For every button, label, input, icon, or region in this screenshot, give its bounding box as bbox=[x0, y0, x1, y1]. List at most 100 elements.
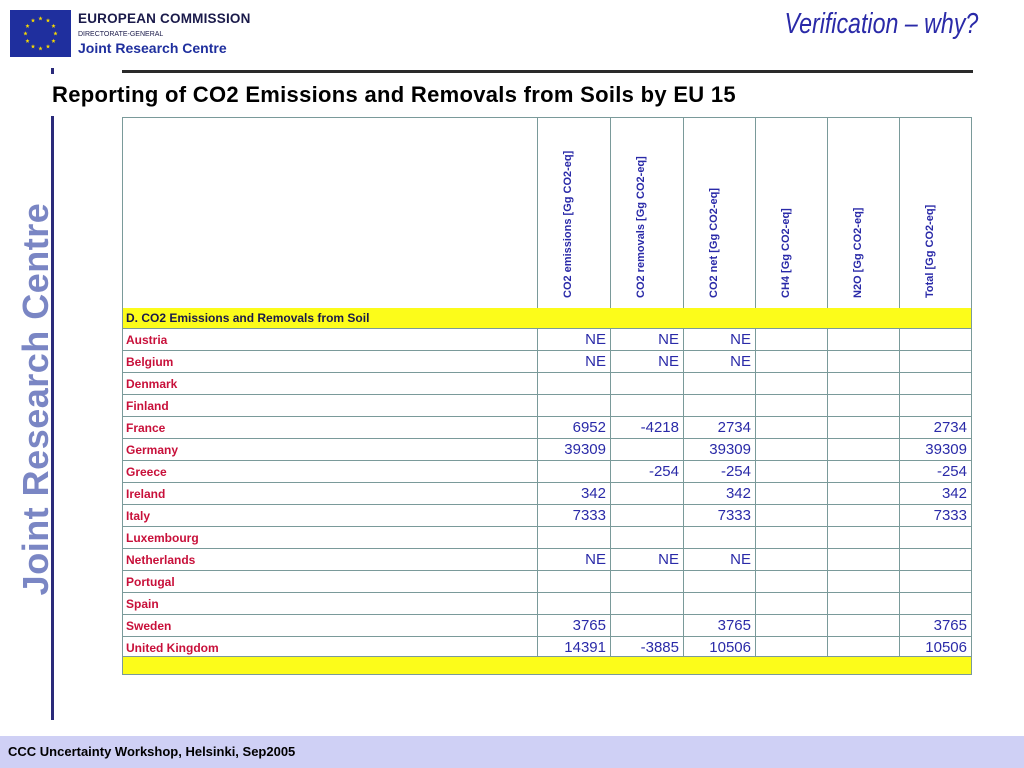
column-header: CO2 emissions [Gg CO2-eq] bbox=[537, 118, 610, 308]
table-row: Greece -254 -254 -254 bbox=[123, 460, 971, 483]
table-cell bbox=[827, 527, 899, 549]
country-name: Denmark bbox=[126, 377, 178, 391]
table-cell bbox=[755, 549, 827, 571]
table-cell bbox=[827, 483, 899, 505]
table-cell bbox=[827, 417, 899, 439]
country-name: Finland bbox=[126, 399, 169, 413]
table-cell bbox=[537, 461, 610, 483]
table-cell bbox=[683, 527, 755, 549]
table-row: Spain bbox=[123, 592, 971, 615]
table-cell: 7333 bbox=[899, 505, 971, 527]
country-name: Germany bbox=[126, 443, 179, 457]
table-cell: 3765 bbox=[899, 615, 971, 637]
table-cell bbox=[755, 351, 827, 373]
org-directorate: DIRECTORATE-GENERAL bbox=[78, 31, 164, 38]
table-row: Finland bbox=[123, 394, 971, 417]
column-header: CH4 [Gg CO2-eq] bbox=[755, 118, 827, 308]
table-cell: -254 bbox=[610, 461, 683, 483]
table-cell: -254 bbox=[899, 461, 971, 483]
table-cell bbox=[610, 615, 683, 637]
table-cell bbox=[827, 351, 899, 373]
table-cell: 39309 bbox=[683, 439, 755, 461]
column-header-label: CO2 emissions [Gg CO2-eq] bbox=[562, 150, 574, 298]
section-row: D. CO2 Emissions and Removals from Soil bbox=[123, 308, 971, 328]
table-row: Luxembourg bbox=[123, 526, 971, 549]
table-cell bbox=[537, 373, 610, 395]
table-cell: -4218 bbox=[610, 417, 683, 439]
table-cell bbox=[827, 395, 899, 417]
table-cell bbox=[755, 505, 827, 527]
table-cell: 2734 bbox=[683, 417, 755, 439]
table-cell bbox=[755, 461, 827, 483]
column-header: CO2 net [Gg CO2-eq] bbox=[683, 118, 755, 308]
section-label: D. CO2 Emissions and Removals from Soil bbox=[126, 311, 370, 325]
table-cell: 3765 bbox=[537, 615, 610, 637]
table-cell: 3765 bbox=[683, 615, 755, 637]
table-cell: -254 bbox=[683, 461, 755, 483]
eu-flag-icon bbox=[10, 10, 71, 57]
table-row: Italy 7333 7333 7333 bbox=[123, 504, 971, 527]
ec-jrc-logo: EUROPEAN COMMISSION DIRECTORATE-GENERAL … bbox=[10, 10, 250, 60]
table-cell: NE bbox=[537, 329, 610, 351]
footer-bar: CCC Uncertainty Workshop, Helsinki, Sep2… bbox=[0, 736, 1024, 768]
emissions-table: CO2 emissions [Gg CO2-eq] CO2 removals [G… bbox=[122, 117, 972, 675]
table-cell bbox=[899, 593, 971, 615]
column-header: CO2 removals [Gg CO2-eq] bbox=[610, 118, 683, 308]
table-cell bbox=[899, 549, 971, 571]
column-header: Total [Gg CO2-eq] bbox=[899, 118, 971, 308]
table-row: Sweden 3765 3765 3765 bbox=[123, 614, 971, 637]
table-row: Ireland 342 342 342 bbox=[123, 482, 971, 505]
table-cell bbox=[537, 571, 610, 593]
table-cell bbox=[755, 483, 827, 505]
table-cell bbox=[537, 395, 610, 417]
table-cell: 342 bbox=[683, 483, 755, 505]
table-cell: NE bbox=[537, 351, 610, 373]
table-cell: 39309 bbox=[537, 439, 610, 461]
table-cell bbox=[610, 571, 683, 593]
page-heading: Reporting of CO2 Emissions and Removals … bbox=[52, 82, 736, 107]
column-header-label: N2O [Gg CO2-eq] bbox=[851, 207, 864, 298]
country-name: Portugal bbox=[126, 575, 175, 589]
table-header: CO2 emissions [Gg CO2-eq] CO2 removals [G… bbox=[123, 118, 971, 308]
country-name: France bbox=[126, 421, 166, 435]
table-row: Germany 39309 39309 39309 bbox=[123, 438, 971, 461]
table-cell bbox=[610, 593, 683, 615]
country-name: Austria bbox=[126, 333, 168, 347]
country-name: Greece bbox=[126, 465, 167, 479]
footer-text: CCC Uncertainty Workshop, Helsinki, Sep2… bbox=[8, 744, 296, 759]
table-cell bbox=[827, 571, 899, 593]
table-cell bbox=[683, 373, 755, 395]
table-row: Denmark bbox=[123, 372, 971, 395]
table-cell bbox=[610, 395, 683, 417]
table-cell bbox=[755, 615, 827, 637]
country-name: Ireland bbox=[126, 487, 166, 501]
table-cell bbox=[827, 373, 899, 395]
table-cell bbox=[827, 439, 899, 461]
country-name: United Kingdom bbox=[126, 641, 219, 655]
column-header: N2O [Gg CO2-eq] bbox=[827, 118, 899, 308]
table-cell bbox=[610, 527, 683, 549]
table-cell: NE bbox=[610, 549, 683, 571]
vertical-brand: Joint Research Centre bbox=[15, 202, 56, 596]
table-cell bbox=[827, 461, 899, 483]
table-cell bbox=[899, 351, 971, 373]
table-row: France 6952 -4218 2734 2734 bbox=[123, 416, 971, 439]
table-cell: NE bbox=[610, 329, 683, 351]
table-row: Netherlands NE NE NE bbox=[123, 548, 971, 571]
table-cell bbox=[755, 417, 827, 439]
sidebar-rule-top bbox=[51, 68, 54, 74]
table-cell bbox=[755, 373, 827, 395]
table-cell bbox=[827, 505, 899, 527]
table-cell bbox=[755, 571, 827, 593]
table-cell: NE bbox=[537, 549, 610, 571]
header-rule bbox=[122, 70, 973, 73]
column-header-label: CH4 [Gg CO2-eq] bbox=[779, 208, 792, 298]
table-cell bbox=[827, 615, 899, 637]
slide-title: Verification – why? bbox=[784, 8, 978, 40]
table-cell: 39309 bbox=[899, 439, 971, 461]
table-cell: 7333 bbox=[683, 505, 755, 527]
table-cell bbox=[899, 395, 971, 417]
table-cell bbox=[899, 527, 971, 549]
table-row: United Kingdom 14391 -3885 10506 10506 bbox=[123, 636, 971, 659]
table-cell bbox=[899, 571, 971, 593]
